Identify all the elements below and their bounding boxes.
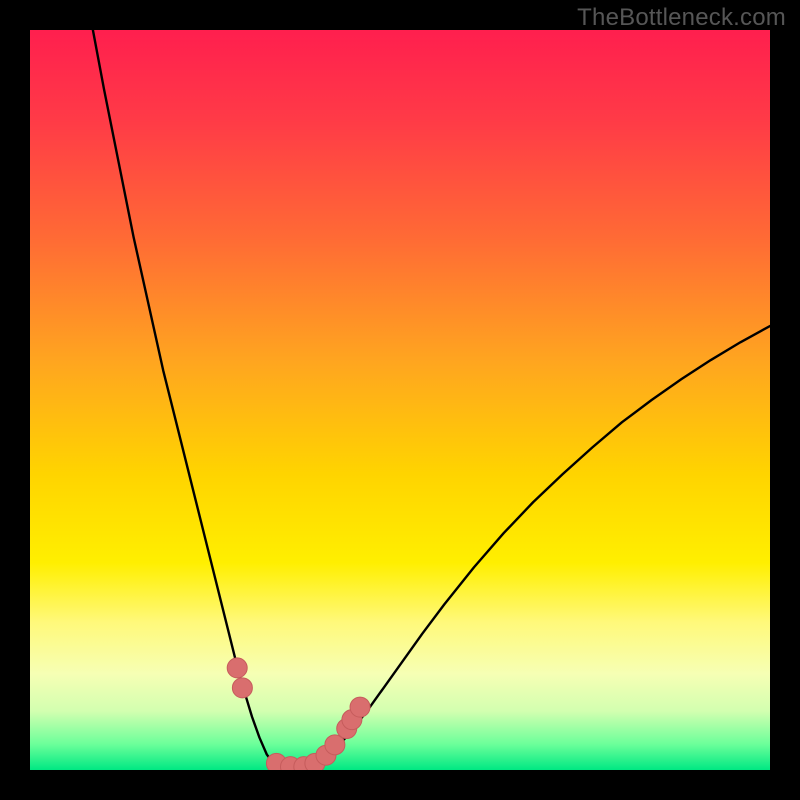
curve-marker <box>350 697 370 717</box>
chart-frame: TheBottleneck.com <box>0 0 800 800</box>
plot-area <box>30 30 770 770</box>
bottleneck-chart <box>30 30 770 770</box>
curve-marker <box>232 678 252 698</box>
curve-marker <box>227 658 247 678</box>
watermark-text: TheBottleneck.com <box>577 4 786 32</box>
gradient-background <box>30 30 770 770</box>
